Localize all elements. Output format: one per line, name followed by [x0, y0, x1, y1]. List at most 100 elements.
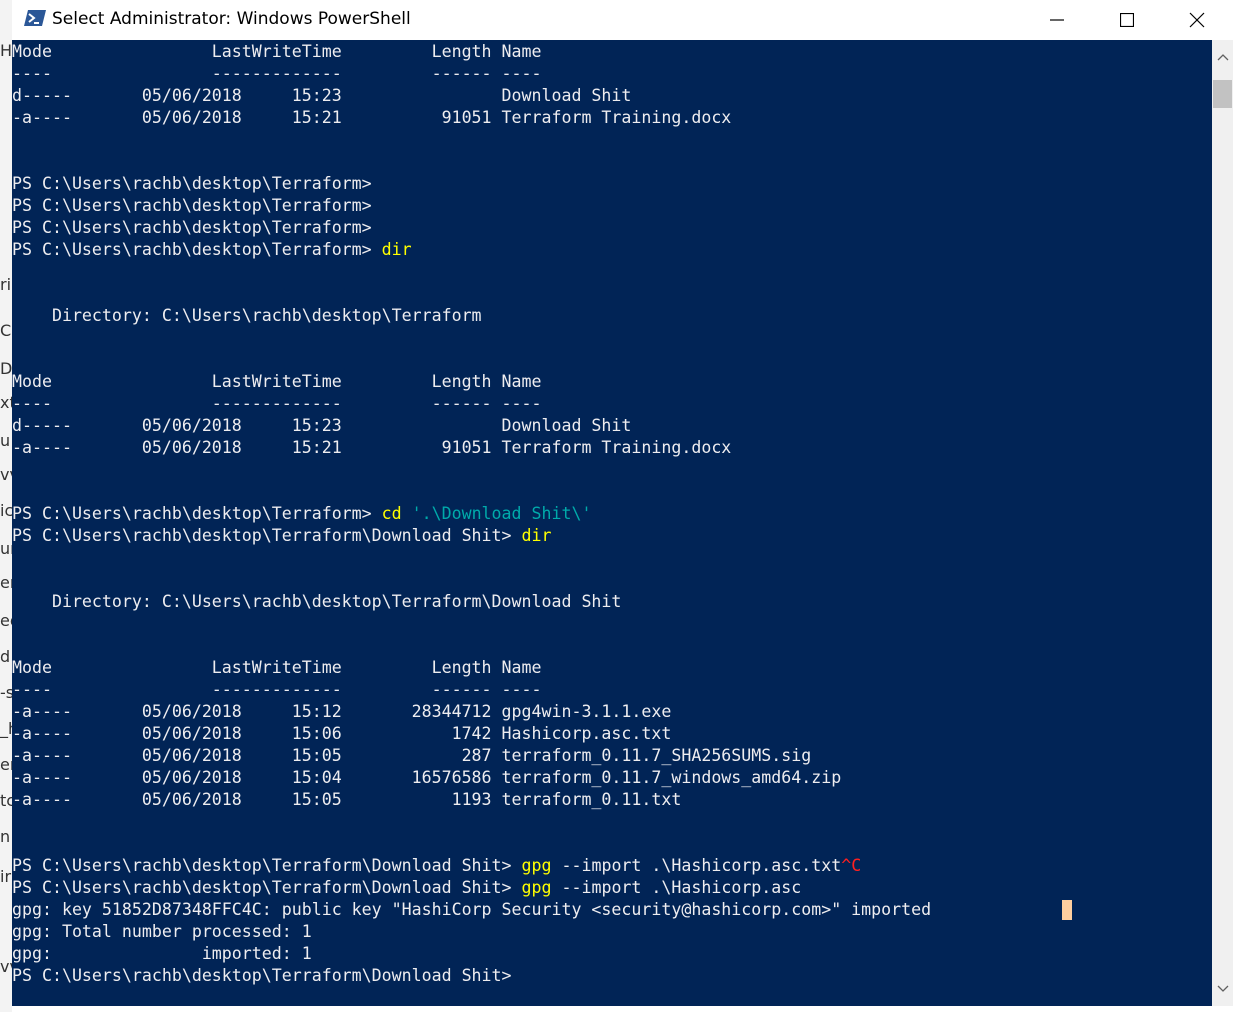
text-cursor	[1062, 900, 1072, 920]
console-segment: ---- ------------- ------ ----	[12, 64, 542, 83]
console-line: Directory: C:\Users\rachb\desktop\Terraf…	[12, 305, 931, 327]
scroll-thumb[interactable]	[1213, 80, 1232, 108]
console-segment: gpg: Total number processed: 1	[12, 922, 312, 941]
background-text-fragment: -s	[0, 683, 12, 702]
console-line: Mode LastWriteTime Length Name	[12, 657, 931, 679]
console-segment: -a---- 05/06/2018 15:21 91051 Terraform …	[12, 108, 732, 127]
console-line: -a---- 05/06/2018 15:06 1742 Hashicorp.a…	[12, 723, 931, 745]
console-line: Mode LastWriteTime Length Name	[12, 371, 931, 393]
console-line: ---- ------------- ------ ----	[12, 63, 931, 85]
background-text-fragment: ic	[0, 501, 12, 520]
background-text-fragment: ri	[0, 275, 12, 294]
chevron-down-icon	[1217, 985, 1228, 992]
console-segment: PS C:\Users\rachb\desktop\Terraform\Down…	[12, 878, 522, 897]
console-line: ---- ------------- ------ ----	[12, 679, 931, 701]
background-text-fragment: C	[0, 321, 12, 340]
background-text-fragment: er	[0, 755, 12, 774]
console-ctrl-segment: ^C	[841, 856, 862, 875]
console-cmd-segment: gpg	[521, 878, 552, 897]
background-text-fragment: d	[0, 647, 11, 666]
chevron-up-icon	[1217, 54, 1228, 61]
window-title: Select Administrator: Windows PowerShell	[52, 9, 411, 29]
console-line: gpg: imported: 1	[12, 943, 931, 965]
minimize-button[interactable]	[1022, 0, 1092, 40]
console-cmd-segment: cd	[381, 504, 402, 523]
console-segment: PS C:\Users\rachb\desktop\Terraform>	[12, 240, 382, 259]
window-bottom-border	[12, 1006, 1233, 1012]
console-segment: d----- 05/06/2018 15:23 Download Shit	[12, 416, 632, 435]
console-segment: PS C:\Users\rachb\desktop\Terraform\Down…	[12, 856, 522, 875]
title-bar[interactable]: Select Administrator: Windows PowerShell	[12, 0, 1233, 40]
console-line: d----- 05/06/2018 15:23 Download Shit	[12, 85, 931, 107]
maximize-button[interactable]	[1092, 0, 1162, 40]
vertical-scrollbar[interactable]	[1212, 40, 1233, 1006]
scroll-up-button[interactable]	[1212, 40, 1233, 74]
background-text-fragment: vv	[0, 957, 12, 976]
console-segment: PS C:\Users\rachb\desktop\Terraform>	[12, 174, 372, 193]
console-segment: Mode LastWriteTime Length Name	[12, 372, 542, 391]
console-segment: PS C:\Users\rachb\desktop\Terraform>	[12, 196, 372, 215]
console-line: PS C:\Users\rachb\desktop\Terraform\Down…	[12, 965, 931, 987]
background-text-fragment: tc	[0, 791, 12, 810]
console-segment: -a---- 05/06/2018 15:05 287 terraform_0.…	[12, 746, 812, 765]
background-text-fragment: D	[0, 359, 12, 378]
console-segment: -a---- 05/06/2018 15:21 91051 Terraform …	[12, 438, 732, 457]
background-text-fragment: n	[0, 827, 11, 846]
close-button[interactable]	[1162, 0, 1232, 40]
console-output[interactable]: Mode LastWriteTime Length Name ---- -----…	[12, 40, 1212, 1006]
console-segment: PS C:\Users\rachb\desktop\Terraform\Down…	[12, 526, 522, 545]
console-line: -a---- 05/06/2018 15:04 16576586 terrafo…	[12, 767, 931, 789]
console-cmd-segment: dir	[381, 240, 412, 259]
console-param-segment: --import .\Hashicorp.asc.txt	[551, 856, 842, 875]
console-segment: Mode LastWriteTime Length Name	[12, 42, 542, 61]
console-line: PS C:\Users\rachb\desktop\Terraform\Down…	[12, 877, 931, 899]
console-segment: -a---- 05/06/2018 15:12 28344712 gpg4win…	[12, 702, 672, 721]
console-line: PS C:\Users\rachb\desktop\Terraform> dir	[12, 239, 931, 261]
console-line: gpg: Total number processed: 1	[12, 921, 931, 943]
background-text-fragment: ur	[0, 539, 12, 558]
background-text-fragment: xt	[0, 393, 12, 412]
console-line: PS C:\Users\rachb\desktop\Terraform>	[12, 217, 931, 239]
scroll-down-button[interactable]	[1212, 972, 1233, 1006]
close-icon	[1189, 12, 1205, 28]
console-cmd-segment: dir	[521, 526, 552, 545]
console-segment: PS C:\Users\rachb\desktop\Terraform>	[12, 218, 372, 237]
background-text-fragment: vv	[0, 465, 12, 484]
powershell-icon	[24, 8, 46, 28]
console-line: d----- 05/06/2018 15:23 Download Shit	[12, 415, 931, 437]
console-line: -a---- 05/06/2018 15:21 91051 Terraform …	[12, 107, 931, 129]
console-line: -a---- 05/06/2018 15:21 91051 Terraform …	[12, 437, 931, 459]
console-segment: ---- ------------- ------ ----	[12, 394, 542, 413]
console-segment: Mode LastWriteTime Length Name	[12, 658, 542, 677]
console-line: ---- ------------- ------ ----	[12, 393, 931, 415]
console-segment: d----- 05/06/2018 15:23 Download Shit	[12, 86, 632, 105]
background-text-fragment: ir	[0, 867, 12, 886]
background-text-fragment: eo	[0, 611, 12, 630]
console-line: -a---- 05/06/2018 15:05 287 terraform_0.…	[12, 745, 931, 767]
console-segment: ---- ------------- ------ ----	[12, 680, 542, 699]
console-line: Mode LastWriteTime Length Name	[12, 41, 931, 63]
console-text: Mode LastWriteTime Length Name ---- -----…	[12, 41, 931, 987]
background-window-strip: HeriCDxtuvvicurereod-s_hertcnirvv	[0, 0, 12, 1012]
console-line: PS C:\Users\rachb\desktop\Terraform>	[12, 195, 931, 217]
console-segment: -a---- 05/06/2018 15:06 1742 Hashicorp.a…	[12, 724, 672, 743]
background-text-fragment: He	[0, 41, 12, 60]
console-cmd-segment: gpg	[521, 856, 552, 875]
console-segment: PS C:\Users\rachb\desktop\Terraform\Down…	[12, 966, 512, 985]
console-string-segment: '.\Download Shit\'	[411, 504, 592, 523]
console-segment: Directory: C:\Users\rachb\desktop\Terraf…	[12, 306, 482, 325]
console-segment: -a---- 05/06/2018 15:05 1193 terraform_0…	[12, 790, 682, 809]
console-line: Directory: C:\Users\rachb\desktop\Terraf…	[12, 591, 931, 613]
console-segment	[402, 504, 412, 523]
